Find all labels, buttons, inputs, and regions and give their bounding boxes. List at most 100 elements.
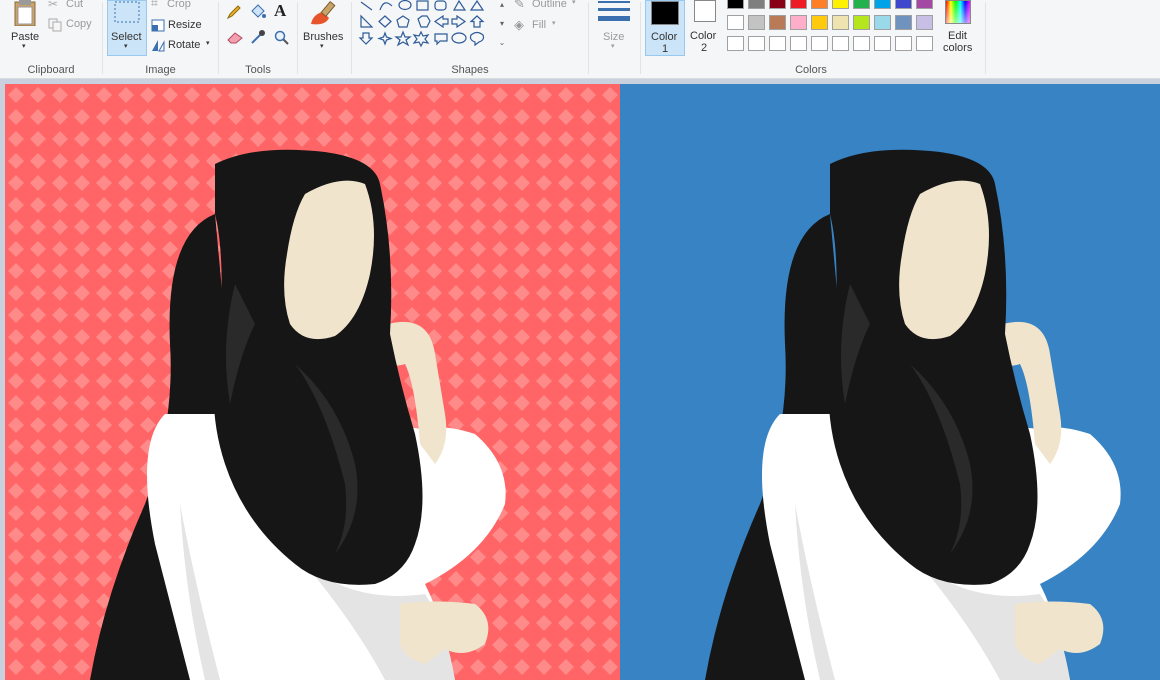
pencil-icon[interactable]	[226, 4, 242, 20]
select-rectangle-icon	[114, 1, 140, 23]
resize-label: Resize	[168, 19, 202, 31]
colors-group-label: Colors	[795, 64, 827, 76]
palette-swatch[interactable]	[916, 15, 933, 30]
palette-swatch[interactable]	[790, 36, 807, 51]
fill-bucket-icon[interactable]	[249, 3, 267, 21]
palette-swatch[interactable]	[769, 0, 786, 9]
color1-number: 1	[662, 43, 669, 55]
palette-swatch[interactable]	[916, 36, 933, 51]
color1-swatch	[651, 1, 679, 25]
shapes-group: ▴ ▾ ⌄ ✎ Outline ▾ ◈ Fill ▾ Shapes	[352, 0, 588, 78]
paste-dropdown-icon: ▾	[22, 43, 26, 50]
palette-swatch[interactable]	[748, 0, 765, 9]
select-button[interactable]: Select ▾	[107, 0, 147, 56]
outline-label: Outline	[532, 0, 567, 10]
palette-swatch[interactable]	[895, 0, 912, 9]
palette-swatch[interactable]	[895, 15, 912, 30]
resize-icon	[151, 19, 165, 32]
color2-button[interactable]: Color 2	[687, 0, 723, 56]
size-dropdown-icon: ▾	[611, 43, 615, 50]
fill-button[interactable]: ◈ Fill ▾	[514, 17, 588, 34]
rotate-label: Rotate	[168, 39, 201, 51]
fill-label: Fill	[532, 19, 547, 31]
outline-icon: ✎	[514, 0, 525, 11]
palette-swatch[interactable]	[811, 15, 828, 30]
text-tool-icon[interactable]: A	[274, 1, 286, 21]
clipboard-group: Paste ▾ ✂ Cut Copy Clipboard	[0, 0, 102, 78]
palette-swatch[interactable]	[832, 15, 849, 30]
edit-colors-label: Edit	[948, 30, 967, 42]
clipboard-icon	[14, 0, 36, 26]
scissors-icon: ✂	[48, 0, 59, 11]
palette-swatch[interactable]	[916, 0, 933, 9]
palette-swatch[interactable]	[790, 15, 807, 30]
color1-label: Color	[651, 31, 678, 43]
drawing-canvas[interactable]	[5, 84, 1160, 680]
palette-swatch[interactable]	[874, 36, 891, 51]
tools-group-label: Tools	[245, 64, 271, 76]
palette-swatch[interactable]	[853, 0, 870, 9]
palette-swatch[interactable]	[853, 36, 870, 51]
separator	[588, 2, 589, 74]
color2-swatch	[694, 0, 716, 22]
palette-swatch[interactable]	[832, 36, 849, 51]
separator	[985, 2, 986, 74]
palette-swatch[interactable]	[727, 36, 744, 51]
palette-swatch[interactable]	[832, 0, 849, 9]
fill-icon: ◈	[514, 17, 524, 32]
rotate-button[interactable]: Rotate ▾	[151, 38, 215, 54]
palette-swatch[interactable]	[727, 15, 744, 30]
edit-colors-label-2: colors	[943, 42, 973, 54]
palette-swatch[interactable]	[874, 0, 891, 9]
palette-swatch[interactable]	[727, 0, 744, 9]
color-picker-icon[interactable]	[250, 29, 266, 45]
rotate-dropdown-icon: ▾	[206, 40, 210, 47]
copy-label: Copy	[66, 18, 92, 30]
palette-swatch[interactable]	[769, 15, 786, 30]
eraser-icon[interactable]	[226, 30, 244, 44]
colors-group: Color 1 Color 2 Edit colors Colors	[641, 0, 985, 78]
rotate-icon	[152, 40, 165, 52]
canvas-image	[5, 84, 1160, 680]
crop-label: Crop	[167, 0, 191, 10]
palette-swatch[interactable]	[874, 15, 891, 30]
crop-button[interactable]: ⌗ Crop	[151, 0, 211, 14]
palette-swatch[interactable]	[748, 15, 765, 30]
palette-swatch[interactable]	[811, 36, 828, 51]
palette-swatch[interactable]	[748, 36, 765, 51]
brushes-button[interactable]: Brushes ▾	[298, 0, 350, 60]
crop-icon: ⌗	[151, 0, 158, 10]
paste-button[interactable]: Paste ▾	[6, 0, 44, 56]
image-group-label: Image	[145, 64, 176, 76]
shapes-scroll-up[interactable]: ▴	[497, 0, 507, 10]
outline-dropdown-icon: ▾	[572, 0, 576, 6]
magnifier-icon[interactable]	[274, 30, 290, 46]
clipboard-group-label: Clipboard	[27, 64, 75, 76]
color2-number: 2	[701, 42, 708, 54]
palette-swatch[interactable]	[811, 0, 828, 9]
line-size-icon	[598, 1, 630, 21]
color2-label: Color	[690, 30, 717, 42]
palette-swatch[interactable]	[790, 0, 807, 9]
fill-dropdown-icon: ▾	[552, 20, 556, 27]
palette-swatch[interactable]	[853, 15, 870, 30]
outline-button[interactable]: ✎ Outline ▾	[514, 0, 588, 14]
copy-button[interactable]: Copy	[48, 17, 98, 33]
brushes-dropdown-icon: ▾	[320, 43, 324, 50]
palette-swatch[interactable]	[895, 36, 912, 51]
shapes-group-label: Shapes	[451, 64, 489, 76]
palette-swatch[interactable]	[769, 36, 786, 51]
tools-group: A Tools	[219, 0, 297, 78]
select-dropdown-icon: ▾	[124, 43, 128, 50]
size-button[interactable]: Size ▾	[590, 0, 638, 60]
cut-button[interactable]: ✂ Cut	[48, 0, 98, 14]
edit-colors-button[interactable]: Edit colors	[941, 0, 977, 58]
brush-icon	[311, 1, 336, 25]
resize-button[interactable]: Resize	[151, 18, 211, 34]
copy-icon	[48, 18, 62, 32]
shapes-scroll-down[interactable]: ▾	[497, 19, 507, 29]
image-group: Select ▾ ⌗ Crop Resize Rotate ▾ Image	[103, 0, 218, 78]
color1-button[interactable]: Color 1	[645, 0, 685, 56]
shapes-expand[interactable]: ⌄	[497, 38, 507, 48]
shapes-gallery[interactable]	[358, 0, 494, 54]
